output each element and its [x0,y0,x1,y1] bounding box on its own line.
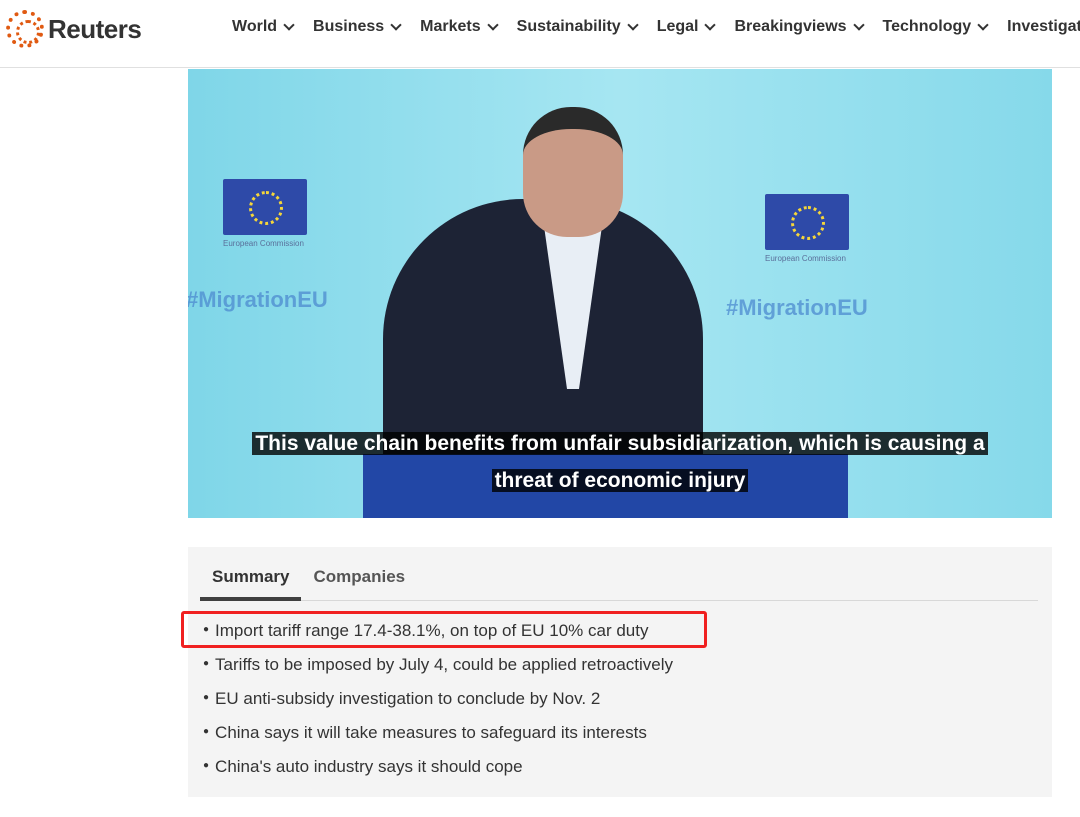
list-item: Tariffs to be imposed by July 4, could b… [203,651,673,685]
backdrop-caption: European Commission [765,254,846,263]
nav-technology[interactable]: Technology [883,18,990,36]
tab-summary[interactable]: Summary [200,547,302,601]
nav-label: World [232,18,278,35]
list-item: China says it will take measures to safe… [203,719,673,753]
list-item: China's auto industry says it should cop… [203,753,673,787]
eu-panel-left: European Commission [223,179,343,249]
summary-tabs: Summary Companies [200,547,1038,601]
nav-label: Legal [656,18,699,35]
chevron-down-icon [852,19,865,31]
nav-sustainability[interactable]: Sustainability [517,18,639,36]
backdrop-caption: European Commission [223,239,304,248]
nav-markets[interactable]: Markets [420,18,499,36]
reuters-logo[interactable]: Reuters [6,10,142,48]
backdrop-hashtag: #MigrationEU [726,295,868,320]
highlight-box [181,611,707,648]
eu-panel-right: European Commission [765,194,885,264]
chevron-down-icon [390,19,402,31]
nav-label: Technology [882,18,972,35]
nav-label: Sustainability [516,18,621,35]
nav-label: Investigations [1007,18,1080,35]
eu-flag-icon [765,194,849,250]
nav-world[interactable]: World [232,18,295,36]
chevron-down-icon [977,19,989,31]
nav-label: Breakingviews [734,18,847,35]
nav-breakingviews[interactable]: Breakingviews [734,18,865,36]
nav-legal[interactable]: Legal [657,18,717,36]
tab-companies[interactable]: Companies [301,547,417,601]
summary-box: Summary Companies Import tariff range 17… [188,547,1052,797]
chevron-down-icon [627,19,639,31]
chevron-down-icon [486,19,499,31]
video-subtitles: This value chain benefits from unfair su… [188,425,1052,499]
speaker-head [523,107,623,237]
nav-label: Markets [420,18,481,35]
list-item: EU anti-subsidy investigation to conclud… [203,685,673,719]
chevron-down-icon [283,19,295,31]
logo-text: Reuters [48,13,142,44]
backdrop-hashtag: #MigrationEU [188,287,328,312]
subtitle-line: This value chain benefits from unfair su… [252,432,988,455]
site-header: Reuters World Business Markets Sustainab… [0,0,1080,68]
nav-business[interactable]: Business [313,18,402,36]
chevron-down-icon [704,19,717,31]
video-player[interactable]: European Commission #MigrationEU Europea… [188,69,1052,518]
reuters-logo-icon [6,10,44,48]
nav-investigations[interactable]: Investigations [1007,18,1080,36]
eu-flag-icon [223,179,307,235]
main-nav: World Business Markets Sustainability Le… [232,18,1080,36]
nav-label: Business [313,18,385,35]
subtitle-line: threat of economic injury [491,469,749,492]
